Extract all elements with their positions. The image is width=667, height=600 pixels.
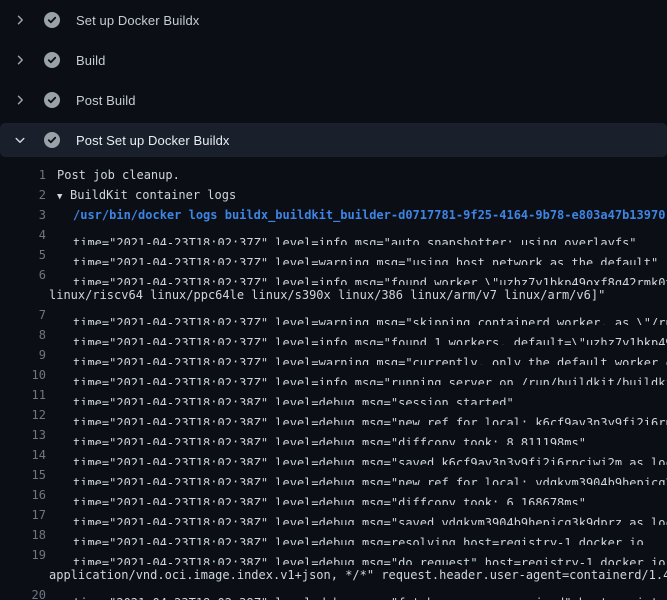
- log-line-text: time="2021-04-23T18:02:37Z" level=info m…: [46, 365, 667, 385]
- log-line-text: time="2021-04-23T18:02:38Z" level=debug …: [46, 585, 667, 600]
- step-row-post-set-up-docker-buildx[interactable]: Post Set up Docker Buildx: [0, 123, 667, 157]
- log-line-number[interactable]: 6: [0, 265, 46, 285]
- chevron-right-icon[interactable]: [12, 52, 28, 68]
- log-line-number[interactable]: 3: [0, 205, 46, 225]
- step-label: Post Build: [76, 93, 136, 108]
- log-line: 18 time="2021-04-23T18:02:38Z" level=deb…: [0, 525, 667, 545]
- log-line-number[interactable]: 14: [0, 445, 46, 465]
- log-line-text: time="2021-04-23T18:02:37Z" level=warnin…: [46, 245, 658, 265]
- step-row-build[interactable]: Build: [0, 40, 667, 80]
- log-line-text: time="2021-04-23T18:02:37Z" level=info m…: [46, 225, 637, 245]
- log-line-text: time="2021-04-23T18:02:38Z" level=debug …: [46, 405, 667, 425]
- log-line-text: time="2021-04-23T18:02:38Z" level=debug …: [46, 385, 514, 405]
- log-line-text: ▼BuildKit container logs: [46, 185, 236, 205]
- log-line: 5 time="2021-04-23T18:02:37Z" level=warn…: [0, 245, 667, 265]
- log-line-text: Post job cleanup.: [46, 165, 180, 185]
- chevron-right-icon[interactable]: [12, 92, 28, 108]
- log-line-number[interactable]: 20: [0, 585, 46, 600]
- log-line: 10 time="2021-04-23T18:02:37Z" level=inf…: [0, 365, 667, 385]
- log-line-text: time="2021-04-23T18:02:37Z" level=info m…: [46, 325, 667, 345]
- log-line: 4 time="2021-04-23T18:02:37Z" level=info…: [0, 225, 667, 245]
- step-label: Post Set up Docker Buildx: [76, 133, 230, 148]
- log-command-text: /usr/bin/docker logs buildx_buildkit_bui…: [46, 205, 665, 225]
- step-row-set-up-docker-buildx[interactable]: Set up Docker Buildx: [0, 0, 667, 40]
- log-line: application/vnd.oci.image.index.v1+json,…: [0, 565, 667, 585]
- log-line: 14 time="2021-04-23T18:02:38Z" level=deb…: [0, 445, 667, 465]
- log-line-text: time="2021-04-23T18:02:38Z" level=debug …: [46, 545, 667, 565]
- log-line-text: time="2021-04-23T18:02:37Z" level=warnin…: [46, 345, 667, 365]
- log-line-text: time="2021-04-23T18:02:38Z" level=debug …: [46, 465, 667, 485]
- log-line-text: time="2021-04-23T18:02:38Z" level=debug …: [46, 525, 644, 545]
- log-line-number: [0, 285, 46, 305]
- log-line-text: linux/riscv64 linux/ppc64le linux/s390x …: [46, 285, 605, 305]
- log-viewer: 1 Post job cleanup. 2 ▼BuildKit containe…: [0, 157, 667, 600]
- log-line: linux/riscv64 linux/ppc64le linux/s390x …: [0, 285, 667, 305]
- log-line: 3 /usr/bin/docker logs buildx_buildkit_b…: [0, 205, 667, 225]
- log-line-number[interactable]: 10: [0, 365, 46, 385]
- log-line: 13 time="2021-04-23T18:02:38Z" level=deb…: [0, 425, 667, 445]
- success-check-icon: [44, 92, 60, 108]
- log-line: 9 time="2021-04-23T18:02:37Z" level=warn…: [0, 345, 667, 365]
- log-line-text: time="2021-04-23T18:02:38Z" level=debug …: [46, 425, 586, 445]
- step-label: Set up Docker Buildx: [76, 13, 199, 28]
- log-line-number[interactable]: 18: [0, 525, 46, 545]
- success-check-icon: [44, 12, 60, 28]
- log-line: 15 time="2021-04-23T18:02:38Z" level=deb…: [0, 465, 667, 485]
- log-line-number[interactable]: 7: [0, 305, 46, 325]
- log-line: 7 time="2021-04-23T18:02:37Z" level=warn…: [0, 305, 667, 325]
- log-line-text: time="2021-04-23T18:02:37Z" level=info m…: [46, 265, 667, 285]
- log-line-number[interactable]: 9: [0, 345, 46, 365]
- log-line-number[interactable]: 5: [0, 245, 46, 265]
- job-steps-list: Set up Docker Buildx Build Post Build: [0, 0, 667, 157]
- log-line-number[interactable]: 12: [0, 405, 46, 425]
- group-title: BuildKit container logs: [70, 188, 236, 202]
- log-line: 12 time="2021-04-23T18:02:38Z" level=deb…: [0, 405, 667, 425]
- log-line-number[interactable]: 2: [0, 185, 46, 205]
- log-line-number[interactable]: 16: [0, 485, 46, 505]
- step-label: Build: [76, 53, 105, 68]
- log-line: 2 ▼BuildKit container logs: [0, 185, 667, 205]
- log-line-number[interactable]: 19: [0, 545, 46, 565]
- log-line: 11 time="2021-04-23T18:02:38Z" level=deb…: [0, 385, 667, 405]
- log-line: 20 time="2021-04-23T18:02:38Z" level=deb…: [0, 585, 667, 600]
- log-line-number[interactable]: 17: [0, 505, 46, 525]
- log-line-number[interactable]: 13: [0, 425, 46, 445]
- log-line-number: [0, 565, 46, 585]
- log-line-number[interactable]: 15: [0, 465, 46, 485]
- log-line-text: time="2021-04-23T18:02:38Z" level=debug …: [46, 445, 667, 465]
- success-check-icon: [44, 132, 60, 148]
- log-line-number[interactable]: 1: [0, 165, 46, 185]
- log-line-number[interactable]: 4: [0, 225, 46, 245]
- log-line: 1 Post job cleanup.: [0, 165, 667, 185]
- log-line: 19 time="2021-04-23T18:02:38Z" level=deb…: [0, 545, 667, 565]
- log-line-text: time="2021-04-23T18:02:38Z" level=debug …: [46, 505, 667, 525]
- log-line: 6 time="2021-04-23T18:02:37Z" level=info…: [0, 265, 667, 285]
- log-line-number[interactable]: 8: [0, 325, 46, 345]
- collapse-group-icon[interactable]: ▼: [57, 187, 70, 205]
- log-line-text: application/vnd.oci.image.index.v1+json,…: [46, 565, 667, 585]
- log-line: 16 time="2021-04-23T18:02:38Z" level=deb…: [0, 485, 667, 505]
- log-line: 8 time="2021-04-23T18:02:37Z" level=info…: [0, 325, 667, 345]
- step-row-post-build[interactable]: Post Build: [0, 80, 667, 120]
- log-line-text: time="2021-04-23T18:02:38Z" level=debug …: [46, 485, 586, 505]
- success-check-icon: [44, 52, 60, 68]
- log-line-number[interactable]: 11: [0, 385, 46, 405]
- chevron-down-icon[interactable]: [12, 132, 28, 148]
- chevron-right-icon[interactable]: [12, 12, 28, 28]
- log-line-text: time="2021-04-23T18:02:37Z" level=warnin…: [46, 305, 667, 325]
- log-line: 17 time="2021-04-23T18:02:38Z" level=deb…: [0, 505, 667, 525]
